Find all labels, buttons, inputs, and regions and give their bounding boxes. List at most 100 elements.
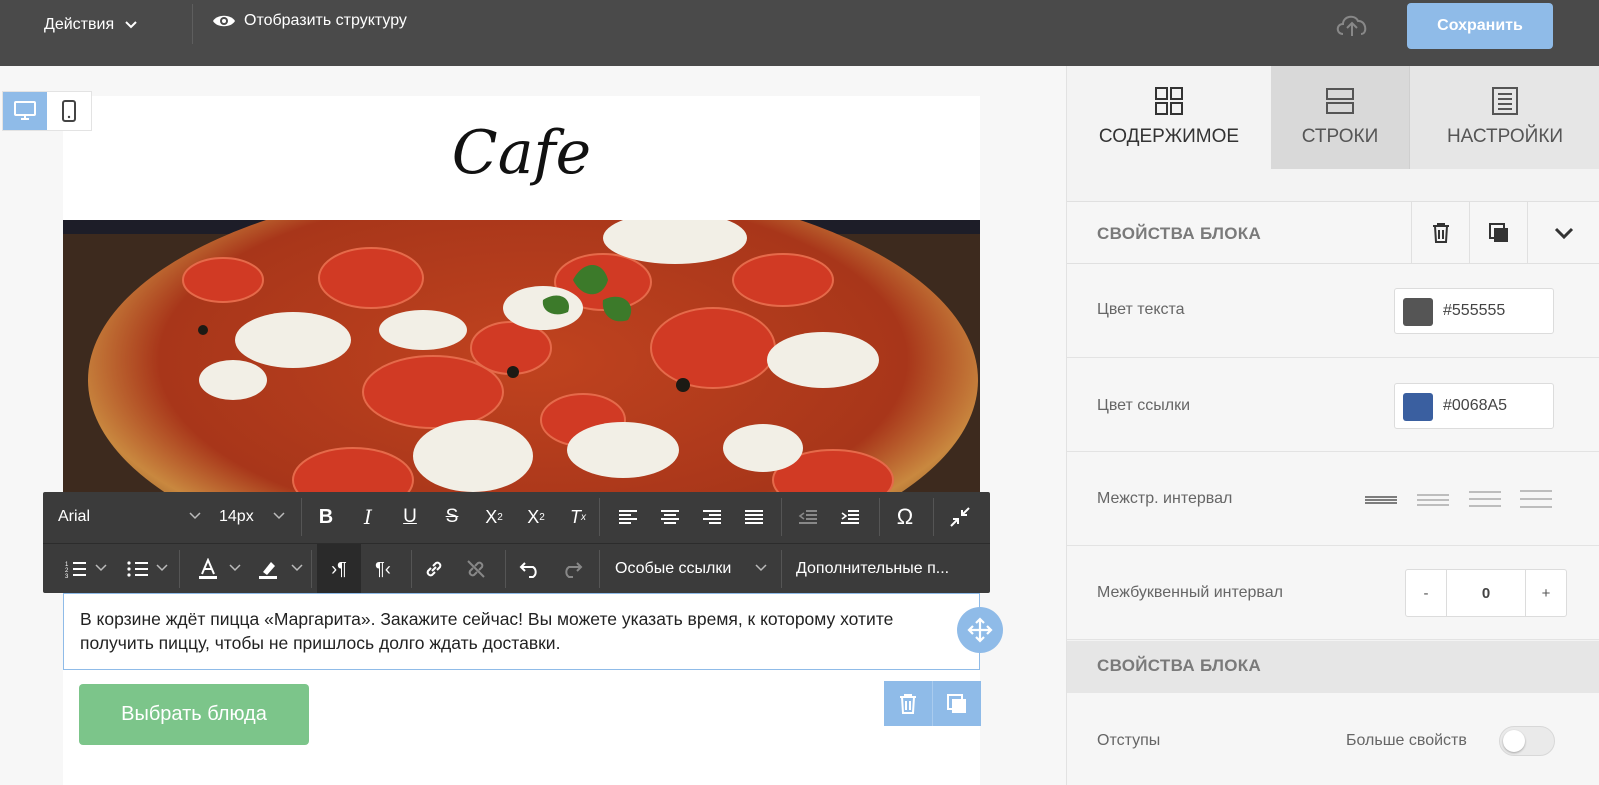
tab-content[interactable]: СОДЕРЖИМОЕ [1067,66,1271,169]
italic-icon[interactable]: I [347,492,389,542]
line-height-label: Межстр. интервал [1097,490,1233,507]
clear-format-icon[interactable]: Tx [557,492,599,542]
toolbar-row-2: 123 ›¶ ¶‹ Особые ссылки Дополнительные п… [43,543,990,594]
rows-icon [1326,88,1354,114]
chevron-down-icon [189,512,201,520]
text-color-input[interactable]: #555555 [1394,288,1554,334]
toolbar-row-1: Arial 14px B I U S X2 X2 Tx Ω [43,492,990,542]
text-block[interactable]: В корзине ждёт пицца «Маргарита». Закажи… [63,593,980,670]
special-character-icon[interactable]: Ω [881,492,929,542]
chevron-down-icon [229,564,241,572]
actions-menu[interactable]: Действия [44,14,138,36]
letter-spacing-label: Межбуквенный интервал [1097,584,1283,601]
link-color-input[interactable]: #0068A5 [1394,383,1554,429]
text-color-swatch[interactable] [1403,298,1433,326]
link-icon[interactable] [413,544,455,594]
link-color-value: #0068A5 [1443,397,1508,414]
font-family-select[interactable]: Arial [43,492,208,542]
delete-block-panel-button[interactable] [1411,202,1469,263]
font-size-value: 14px [219,508,254,525]
link-color-label: Цвет ссылки [1097,397,1191,414]
align-right-icon[interactable] [691,492,733,542]
undo-icon[interactable] [509,544,551,594]
padding-row: Отступы Больше свойств [1067,693,1599,785]
subscript-icon[interactable]: X2 [515,492,557,542]
font-family-value: Arial [58,508,91,525]
tab-rows[interactable]: СТРОКИ [1271,66,1409,169]
actions-label: Действия [44,16,115,33]
letter-spacing-minus-button[interactable]: - [1406,570,1446,616]
more-properties-toggle[interactable] [1499,726,1555,756]
tab-settings-label: НАСТРОЙКИ [1446,126,1564,147]
indent-icon[interactable] [829,492,871,542]
align-left-icon[interactable] [607,492,649,542]
pizza-image[interactable] [63,220,980,495]
highlight-color-icon[interactable] [243,544,293,594]
move-handle[interactable] [957,607,1003,653]
chevron-down-icon [1554,227,1574,239]
grid-icon [1155,87,1183,115]
duplicate-block-button[interactable] [932,681,980,726]
desktop-icon [14,101,36,120]
numbered-list-icon[interactable]: 123 [51,544,101,594]
svg-text:3: 3 [65,574,69,578]
align-justify-icon[interactable] [733,492,775,542]
choose-dishes-button[interactable]: Выбрать блюда [79,684,309,745]
redo-icon[interactable] [551,544,593,594]
tab-settings[interactable]: НАСТРОЙКИ [1409,66,1599,169]
line-height-relaxed-icon[interactable] [1468,489,1502,509]
show-structure-button[interactable]: Отобразить структуру [212,12,407,30]
padding-label: Отступы [1097,732,1161,749]
toolbar-divider [879,498,880,536]
email-title[interactable]: Cafe [63,118,980,188]
ltr-direction-icon[interactable]: ›¶ [317,544,361,594]
delete-block-button[interactable] [884,681,932,726]
chevron-down-icon [273,512,285,520]
duplicate-block-panel-button[interactable] [1469,202,1527,263]
superscript-icon[interactable]: X2 [473,492,515,542]
cloud-upload-icon[interactable] [1333,10,1371,45]
text-color-row: Цвет текста #555555 [1067,264,1599,358]
underline-icon[interactable]: U [389,492,431,542]
panel-tabs: СОДЕРЖИМОЕ СТРОКИ НАСТРОЙКИ [1067,66,1599,169]
text-color-icon[interactable] [183,544,233,594]
trash-icon [900,693,916,714]
line-height-normal-icon[interactable] [1416,489,1450,509]
special-links-label: Особые ссылки [615,560,732,577]
eye-icon [213,15,235,27]
toolbar-divider [179,550,180,588]
toolbar-divider [781,550,782,588]
letter-spacing-plus-button[interactable]: + [1526,570,1566,616]
collapse-icon[interactable] [935,492,985,542]
outdent-icon[interactable] [787,492,829,542]
link-color-swatch[interactable] [1403,393,1433,421]
special-links-select[interactable]: Особые ссылки [603,544,779,594]
more-options-select[interactable]: Дополнительные п... [783,544,988,594]
settings-doc-icon [1492,87,1518,115]
block-actions [884,681,981,726]
letter-spacing-value[interactable]: 0 [1446,570,1526,616]
tab-content-label: СОДЕРЖИМОЕ [1098,126,1240,147]
show-structure-label: Отобразить структуру [244,12,407,29]
collapse-section-button[interactable] [1527,202,1599,263]
bold-icon[interactable]: B [305,492,347,542]
toolbar-divider [311,550,312,588]
body-text[interactable]: В корзине ждёт пицца «Маргарита». Закажи… [80,607,900,655]
unlink-icon[interactable] [455,544,497,594]
chevron-down-icon [291,564,303,572]
line-height-tight-icon[interactable] [1364,489,1398,509]
text-color-value: #555555 [1443,302,1506,319]
line-height-loose-icon[interactable] [1519,489,1553,509]
align-center-icon[interactable] [649,492,691,542]
desktop-view-button[interactable] [3,92,47,130]
chevron-down-icon [125,21,137,29]
save-button[interactable]: Сохранить [1407,3,1553,49]
toolbar-divider [411,550,412,588]
chevron-down-icon [755,564,767,572]
block-properties-title-2: СВОЙСТВА БЛОКА [1097,656,1262,675]
rich-text-toolbar: Arial 14px B I U S X2 X2 Tx Ω 1 2 3 ›¶ ¶… [43,492,990,594]
strikethrough-icon[interactable]: S [431,492,473,542]
rtl-direction-icon[interactable]: ¶‹ [361,544,405,594]
more-properties-label: Больше свойств [1346,732,1467,749]
toolbar-divider [599,550,600,588]
